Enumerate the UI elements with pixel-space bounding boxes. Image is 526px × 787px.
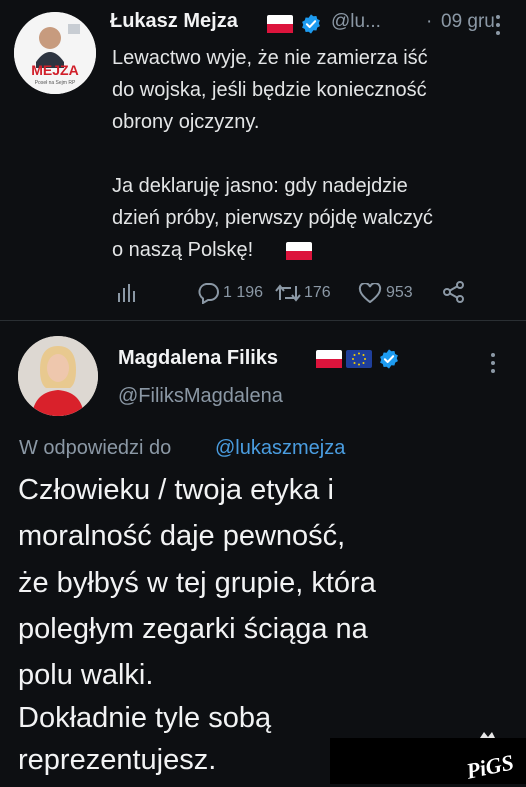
svg-text:PiGS: PiGS	[463, 749, 516, 782]
author-avatar-mejza[interactable]: MEJZA Poseł na Sejm RP	[14, 12, 96, 94]
reply-icon[interactable]	[196, 282, 220, 304]
tweet2-text-line: że byłbyś w tej grupie, która	[18, 567, 376, 599]
polish-flag-icon	[316, 350, 342, 368]
tweet1-text-line: obrony ojczyzny.	[112, 111, 260, 133]
tweet2-text-line: polu walki.	[18, 659, 154, 691]
more-options-icon[interactable]	[489, 352, 497, 374]
author-avatar-filiks[interactable]	[18, 336, 98, 416]
verified-badge-icon	[302, 14, 320, 34]
tweet1-handle[interactable]: @lu...	[331, 11, 381, 33]
reply-to-label: W odpowiedzi do	[19, 437, 172, 459]
tweet-divider	[0, 320, 526, 321]
like-count: 953	[386, 284, 413, 301]
tweet2-text-line: moralność daje pewność,	[18, 520, 346, 552]
tweet2-handle[interactable]: @FiliksMagdalena	[118, 385, 283, 408]
avatar-logo-subtext: Poseł na Sejm RP	[35, 80, 76, 86]
retweet-count: 176	[304, 284, 331, 301]
reply-to-mention-link[interactable]: @lukaszmejza	[215, 437, 345, 460]
tweet1-text-line: do wojska, jeśli będzie konieczność	[112, 79, 427, 101]
polish-flag-icon	[267, 15, 293, 33]
tweet1-text-line: Lewactwo wyje, że nie zamierza iść	[112, 47, 428, 69]
tweet2-text-line: Człowieku / twoja etyka i	[18, 474, 334, 506]
eu-flag-icon	[346, 350, 372, 368]
tweet1-text-line: Ja deklaruję jasno: gdy nadejdzie	[112, 175, 408, 197]
retweet-icon[interactable]	[275, 283, 301, 303]
tweet2-author-name[interactable]: Magdalena Filiks	[118, 347, 278, 370]
share-icon[interactable]	[442, 281, 466, 303]
tweet1-text-line: o naszą Polskę!	[112, 239, 254, 261]
like-icon[interactable]	[358, 283, 382, 303]
tweet2-text-line: poległym zegarki ściąga na	[18, 613, 368, 645]
polish-flag-icon	[286, 242, 312, 260]
pigs-watermark-logo: PiGS	[460, 730, 522, 784]
tweet1-text-line: dzień próby, pierwszy pójdę walczyć	[112, 207, 433, 229]
analytics-icon[interactable]	[117, 284, 137, 302]
tweet2-text-line: reprezentujesz.	[18, 744, 217, 776]
tweet2-text-line: Dokładnie tyle sobą	[18, 702, 272, 734]
avatar-logo-text: MEJZA	[31, 62, 78, 78]
reply-count: 1 196	[223, 284, 264, 301]
verified-badge-icon	[380, 349, 398, 369]
more-options-icon[interactable]	[494, 14, 502, 36]
separator-dot: ·	[426, 11, 433, 32]
tweet1-author-name[interactable]: Łukasz Mejza	[110, 10, 238, 33]
tweet1-date[interactable]: 09 gru	[441, 11, 495, 33]
